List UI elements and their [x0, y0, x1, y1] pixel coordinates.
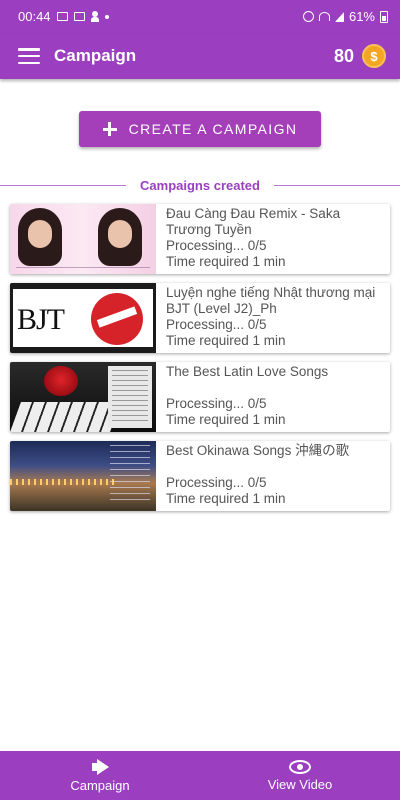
notification-dot-icon — [104, 14, 109, 19]
campaign-title: Best Okinawa Songs 沖縄の歌 — [166, 443, 350, 458]
campaign-thumbnail — [10, 204, 156, 274]
create-campaign-label: CREATE A CAMPAIGN — [128, 121, 298, 137]
campaign-time: Time required 1 min — [166, 491, 286, 506]
signal-icon — [334, 11, 344, 22]
campaign-title: The Best Latin Love Songs — [166, 364, 329, 379]
campaign-info: Luyện nghe tiếng Nhật thương mại BJT (Le… — [156, 283, 390, 353]
page-title: Campaign — [54, 46, 137, 65]
person-icon — [90, 11, 99, 22]
coin-count: 80 — [333, 45, 354, 66]
nav-campaign[interactable]: Campaign — [0, 751, 200, 800]
campaign-card[interactable]: BJT Luyện nghe tiếng Nhật thương mại BJT… — [10, 283, 390, 353]
menu-icon[interactable] — [18, 48, 40, 64]
section-title: Campaigns created — [140, 177, 260, 193]
coin-balance[interactable]: 80 $ — [334, 44, 386, 68]
section-heading: Campaigns created — [0, 175, 400, 195]
alarm-icon — [302, 11, 314, 22]
campaign-card[interactable]: Best Okinawa Songs 沖縄の歌 Processing... 0/… — [10, 441, 390, 511]
campaign-thumbnail — [10, 362, 156, 432]
campaign-status: Processing... 0/5 — [166, 317, 267, 332]
nav-campaign-label: Campaign — [70, 777, 130, 793]
campaign-title: Luyện nghe tiếng Nhật thương mại BJT (Le… — [166, 285, 376, 316]
bottom-nav: Campaign View Video — [0, 751, 400, 800]
wifi-icon — [318, 12, 330, 21]
campaign-thumbnail — [10, 441, 156, 511]
status-right: 61% — [302, 9, 388, 24]
status-bar: 00:44 61% — [0, 0, 400, 33]
campaign-time: Time required 1 min — [166, 254, 286, 269]
eye-icon — [289, 759, 311, 774]
campaign-thumbnail: BJT — [10, 283, 156, 353]
campaign-status: Processing... 0/5 — [166, 238, 267, 253]
mail-icon — [73, 12, 85, 21]
nav-view-video[interactable]: View Video — [200, 751, 400, 800]
campaign-card[interactable]: Đau Càng Đau Remix - Saka Trương Tuyền P… — [10, 204, 390, 274]
app-bar: Campaign 80 $ — [0, 33, 400, 79]
megaphone-icon — [90, 759, 110, 775]
campaign-info: Best Okinawa Songs 沖縄の歌 Processing... 0/… — [156, 441, 390, 511]
battery-percent: 61% — [348, 9, 375, 24]
campaign-status: Processing... 0/5 — [166, 396, 267, 411]
campaign-title: Đau Càng Đau Remix - Saka Trương Tuyền — [166, 206, 341, 237]
coin-icon: $ — [362, 44, 386, 68]
campaign-info: Đau Càng Đau Remix - Saka Trương Tuyền P… — [156, 204, 390, 274]
battery-icon — [380, 10, 388, 23]
campaign-status: Processing... 0/5 — [166, 475, 267, 490]
status-time: 00:44 — [18, 9, 51, 24]
status-left: 00:44 — [18, 9, 109, 24]
create-campaign-button[interactable]: CREATE A CAMPAIGN — [79, 111, 321, 147]
divider-right — [273, 184, 400, 186]
gallery-icon — [56, 12, 68, 21]
plus-icon — [102, 122, 117, 136]
thumbnail-logo-text: BJT — [17, 303, 65, 336]
campaign-info: The Best Latin Love Songs Processing... … — [156, 362, 390, 432]
divider-left — [0, 184, 127, 186]
campaign-card[interactable]: The Best Latin Love Songs Processing... … — [10, 362, 390, 432]
campaign-time: Time required 1 min — [166, 333, 286, 348]
campaign-time: Time required 1 min — [166, 412, 286, 427]
nav-view-video-label: View Video — [267, 776, 333, 792]
